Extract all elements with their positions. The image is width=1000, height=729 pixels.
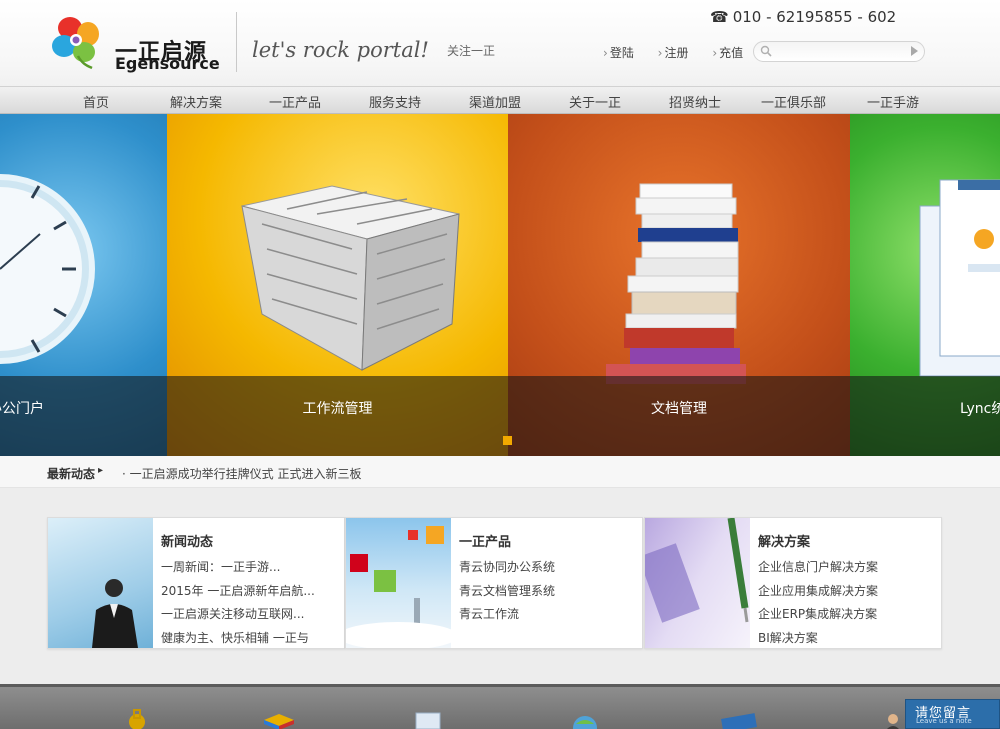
search-icon xyxy=(760,45,772,57)
nav-item-club[interactable]: 一正俱乐部 xyxy=(761,92,826,111)
slide-caption: 办公门户 xyxy=(0,401,44,417)
monitor-icon[interactable] xyxy=(413,710,443,729)
register-link[interactable]: › 注册 xyxy=(658,46,699,60)
list-item[interactable]: 企业应用集成解决方案 xyxy=(758,582,878,606)
recharge-link[interactable]: › 充值 xyxy=(712,46,753,60)
person-icon[interactable] xyxy=(884,712,902,729)
login-link[interactable]: › 登陆 xyxy=(603,46,644,60)
cloud-city-image xyxy=(346,518,451,648)
user-links: › 登陆 › 注册 › 充值 xyxy=(603,44,763,61)
banner-carousel: 办公门户 工作流管理 xyxy=(0,114,1000,456)
list-item[interactable]: 一周新闻：一正手游... xyxy=(161,558,315,582)
panel-title[interactable]: 新闻动态 xyxy=(161,531,213,550)
phone-icon: ☎ xyxy=(710,8,729,26)
businessman-image xyxy=(48,518,153,648)
nav-item-home[interactable]: 首页 xyxy=(83,92,109,111)
solutions-list: 企业信息门户解决方案 企业应用集成解决方案 企业ERP集成解决方案 BI解决方案 xyxy=(758,558,878,652)
slide-caption: Lync统 xyxy=(960,401,1000,417)
card-icon[interactable] xyxy=(718,712,760,729)
list-item[interactable]: 企业信息门户解决方案 xyxy=(758,558,878,582)
register-label: 注册 xyxy=(664,46,689,60)
lock-icon[interactable] xyxy=(125,708,149,729)
banner-slide-portal[interactable]: 办公门户 xyxy=(0,114,167,456)
nav-item-about[interactable]: 关于一正 xyxy=(569,92,621,111)
person-silhouette-icon xyxy=(92,579,138,648)
slogan: let's rock portal! xyxy=(252,38,429,62)
nav-item-channel[interactable]: 渠道加盟 xyxy=(469,92,521,111)
nav-item-careers[interactable]: 招贤纳士 xyxy=(669,92,721,111)
phone-text: 010 - 62195855 - 602 xyxy=(732,8,897,26)
list-item[interactable]: 健康为主、快乐相辅 一正与 xyxy=(161,629,315,653)
banner-slide-workflow[interactable]: 工作流管理 xyxy=(167,114,508,456)
header: 一正启源 Egensource let's rock portal! 关注一正 … xyxy=(0,0,1000,86)
message-sublabel: Leave us a note xyxy=(916,717,972,725)
nav-item-support[interactable]: 服务支持 xyxy=(369,92,421,111)
slide-caption: 文档管理 xyxy=(651,401,707,417)
list-item[interactable]: 青云工作流 xyxy=(459,605,555,629)
products-list: 青云协同办公系统 青云文档管理系统 青云工作流 xyxy=(459,558,555,629)
login-label: 登陆 xyxy=(609,46,634,60)
panel-solutions: 解决方案 企业信息门户解决方案 企业应用集成解决方案 企业ERP集成解决方案 B… xyxy=(644,517,942,649)
follow-link[interactable]: 关注一正 xyxy=(447,42,495,59)
ticker-headline[interactable]: · 一正启源成功举行挂牌仪式 正式进入新三板 xyxy=(122,465,361,482)
panel-products: 一正产品 青云协同办公系统 青云文档管理系统 青云工作流 xyxy=(345,517,643,649)
carousel-dot-active[interactable] xyxy=(503,436,512,445)
panel-title[interactable]: 一正产品 xyxy=(459,531,511,550)
rubik-cube-icon[interactable] xyxy=(262,712,296,729)
header-divider xyxy=(236,12,237,72)
page: 一正启源 Egensource let's rock portal! 关注一正 … xyxy=(0,0,1000,729)
nav-item-products[interactable]: 一正产品 xyxy=(269,92,321,111)
leave-message-button[interactable]: 请您留言 Leave us a note xyxy=(905,699,1000,729)
nav-item-solutions[interactable]: 解决方案 xyxy=(170,92,222,111)
arrow-icon: › xyxy=(603,46,608,60)
logo-icon[interactable] xyxy=(48,12,108,72)
list-item[interactable]: 一正启源关注移动互联网... xyxy=(161,605,315,629)
news-list: 一周新闻：一正手游... 2015年 一正启源新年启航... 一正启源关注移动互… xyxy=(161,558,315,652)
main-nav: 首页 解决方案 一正产品 服务支持 渠道加盟 关于一正 招贤纳士 一正俱乐部 一… xyxy=(0,86,1000,114)
footer-strip xyxy=(0,684,1000,729)
arrow-icon: › xyxy=(657,46,663,60)
logo-text-en: Egensource xyxy=(115,54,220,73)
list-item[interactable]: 企业ERP集成解决方案 xyxy=(758,605,878,629)
cubes-icon xyxy=(346,526,451,648)
phone-number: ☎ 010 - 62195855 - 602 xyxy=(710,8,896,26)
banner-slide-documents[interactable]: 文档管理 xyxy=(508,114,850,456)
search-submit-icon[interactable] xyxy=(911,46,918,56)
slide-caption: 工作流管理 xyxy=(302,401,373,417)
list-item[interactable]: 2015年 一正启源新年启航... xyxy=(161,582,315,606)
list-item[interactable]: 青云协同办公系统 xyxy=(459,558,555,582)
arrow-icon: › xyxy=(712,46,718,60)
search-box xyxy=(753,41,925,62)
panel-news: 新闻动态 一周新闻：一正手游... 2015年 一正启源新年启航... 一正启源… xyxy=(47,517,345,649)
recharge-label: 充值 xyxy=(719,46,744,60)
search-input[interactable] xyxy=(776,44,906,59)
ticker-label: 最新动态 xyxy=(47,467,96,481)
nav-item-mobile-games[interactable]: 一正手游 xyxy=(867,92,919,111)
calculator-pen-image xyxy=(645,518,750,648)
banner-slide-lync[interactable]: Lync统 xyxy=(850,114,1000,456)
news-ticker: 最新动态 ▸ · 一正启源成功举行挂牌仪式 正式进入新三板 xyxy=(0,456,1000,488)
arrow-right-icon: ▸ xyxy=(98,465,104,476)
list-item[interactable]: 青云文档管理系统 xyxy=(459,582,555,606)
pen-icon xyxy=(645,518,749,623)
panel-title[interactable]: 解决方案 xyxy=(758,531,810,550)
list-item[interactable]: BI解决方案 xyxy=(758,629,878,653)
globe-icon[interactable] xyxy=(568,712,602,729)
